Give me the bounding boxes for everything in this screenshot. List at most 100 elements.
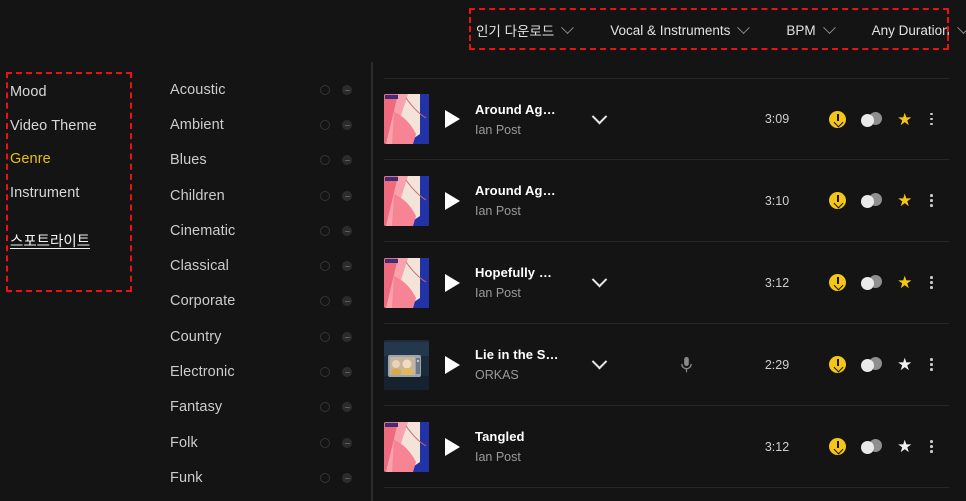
minus-circle-icon[interactable]	[342, 402, 352, 413]
download-icon	[829, 110, 847, 128]
kebab-dot	[930, 199, 933, 202]
more-options-button[interactable]	[927, 276, 936, 289]
genre-row[interactable]: Folk	[160, 425, 360, 460]
play-button[interactable]	[429, 273, 475, 292]
track-row[interactable]: Around Ag… Ian Post 3:09 ★	[384, 78, 949, 160]
filter-인기-다운로드[interactable]: 인기 다운로드	[476, 20, 575, 40]
play-button[interactable]	[429, 110, 475, 128]
plus-circle-icon[interactable]	[320, 155, 330, 166]
download-button[interactable]	[829, 274, 847, 291]
plus-circle-icon[interactable]	[320, 331, 330, 342]
minus-circle-icon[interactable]	[342, 437, 352, 448]
play-button[interactable]	[429, 191, 475, 210]
genre-filter-list[interactable]: Acoustic Ambient Blues Children Cinematic Cla…	[160, 72, 360, 496]
track-info: Lie in the S… ORKAS	[475, 347, 571, 382]
play-button[interactable]	[429, 355, 475, 374]
track-variants-toggle[interactable]	[571, 271, 627, 288]
plus-circle-icon[interactable]	[320, 119, 330, 130]
circle-front	[861, 113, 875, 127]
genre-label: Ambient	[170, 116, 224, 133]
plus-circle-icon[interactable]	[320, 367, 330, 378]
genre-row-controls	[320, 225, 352, 236]
download-button[interactable]	[829, 192, 847, 209]
plus-circle-icon[interactable]	[320, 437, 330, 448]
kebab-dot	[930, 112, 933, 116]
play-button[interactable]	[429, 437, 475, 456]
favorite-button[interactable]: ★	[897, 356, 912, 373]
kebab-dot	[930, 194, 933, 197]
minus-circle-icon[interactable]	[342, 84, 352, 95]
filter-bpm[interactable]: BPM	[786, 20, 836, 38]
genre-row[interactable]: Blues	[160, 143, 360, 178]
similar-tracks-button[interactable]	[861, 192, 883, 209]
plus-circle-icon[interactable]	[320, 225, 330, 236]
minus-circle-icon[interactable]	[342, 331, 352, 342]
plus-circle-icon[interactable]	[320, 190, 330, 201]
sidebar-item-instrument[interactable]: Instrument	[0, 177, 140, 211]
genre-row[interactable]: Classical	[160, 248, 360, 283]
kebab-dot	[930, 281, 933, 284]
kebab-dot	[930, 117, 933, 121]
similar-tracks-button[interactable]	[861, 111, 883, 128]
sidebar-item-video-theme[interactable]: Video Theme	[0, 110, 140, 144]
more-options-button[interactable]	[927, 112, 936, 126]
minus-circle-icon[interactable]	[342, 261, 352, 272]
minus-circle-icon[interactable]	[342, 472, 352, 483]
filter-toolbar[interactable]: 인기 다운로드 Vocal & Instruments BPM Any Duratio…	[476, 18, 966, 42]
track-row[interactable]: Lie in the S… ORKAS 2:29 ★	[384, 324, 949, 406]
chevron-down-icon	[737, 20, 751, 34]
genre-row[interactable]: Corporate	[160, 284, 360, 319]
sidebar-item-spotlight[interactable]: 스포트라이트	[0, 230, 140, 251]
favorite-button[interactable]: ★	[897, 192, 912, 209]
plus-circle-icon[interactable]	[320, 472, 330, 483]
favorite-button[interactable]: ★	[897, 111, 912, 128]
track-variants-toggle[interactable]	[571, 353, 627, 370]
similar-tracks-button[interactable]	[861, 438, 883, 455]
track-variants-toggle[interactable]	[571, 108, 627, 125]
more-options-button[interactable]	[927, 358, 936, 371]
similar-tracks-button[interactable]	[861, 356, 883, 373]
track-title: Lie in the S…	[475, 347, 559, 362]
plus-circle-icon[interactable]	[320, 296, 330, 307]
genre-label: Folk	[170, 434, 198, 451]
filter-any-duration[interactable]: Any Duration	[872, 20, 966, 38]
track-row[interactable]: Tangled Ian Post 3:12 ★	[384, 406, 949, 488]
panel-divider	[371, 62, 373, 501]
track-list[interactable]: Around Ag… Ian Post 3:09 ★ Around Ag… Ian Pos…	[384, 78, 949, 488]
genre-row[interactable]: Country	[160, 319, 360, 354]
genre-row[interactable]: Children	[160, 178, 360, 213]
minus-circle-icon[interactable]	[342, 190, 352, 201]
track-row[interactable]: Hopefully … Ian Post 3:12 ★	[384, 242, 949, 324]
download-button[interactable]	[829, 438, 847, 455]
track-row[interactable]: Around Ag… Ian Post 3:10 ★	[384, 160, 949, 242]
more-options-button[interactable]	[927, 440, 936, 453]
genre-row[interactable]: Fantasy	[160, 390, 360, 425]
download-button[interactable]	[829, 110, 847, 128]
minus-circle-icon[interactable]	[342, 296, 352, 307]
plus-circle-icon[interactable]	[320, 84, 330, 95]
track-artwork	[384, 339, 429, 390]
plus-circle-icon[interactable]	[320, 402, 330, 413]
favorite-button[interactable]: ★	[897, 274, 912, 291]
minus-circle-icon[interactable]	[342, 119, 352, 130]
sidebar-item-mood[interactable]: Mood	[0, 76, 140, 110]
genre-row[interactable]: Acoustic	[160, 72, 360, 107]
genre-row-controls	[320, 296, 352, 307]
overlapping-circles-icon	[861, 192, 883, 209]
track-artist: Ian Post	[475, 122, 521, 137]
download-button[interactable]	[829, 356, 847, 373]
genre-row[interactable]: Funk	[160, 460, 360, 495]
more-options-button[interactable]	[927, 194, 936, 207]
sidebar-item-genre[interactable]: Genre	[0, 143, 140, 177]
genre-row[interactable]: Electronic	[160, 354, 360, 389]
favorite-button[interactable]: ★	[897, 438, 912, 455]
minus-circle-icon[interactable]	[342, 155, 352, 166]
genre-row[interactable]: Ambient	[160, 107, 360, 142]
kebab-dot	[930, 204, 933, 207]
minus-circle-icon[interactable]	[342, 367, 352, 378]
plus-circle-icon[interactable]	[320, 261, 330, 272]
filter-vocal-instruments[interactable]: Vocal & Instruments	[610, 20, 751, 38]
minus-circle-icon[interactable]	[342, 225, 352, 236]
genre-row[interactable]: Cinematic	[160, 213, 360, 248]
similar-tracks-button[interactable]	[861, 274, 883, 291]
